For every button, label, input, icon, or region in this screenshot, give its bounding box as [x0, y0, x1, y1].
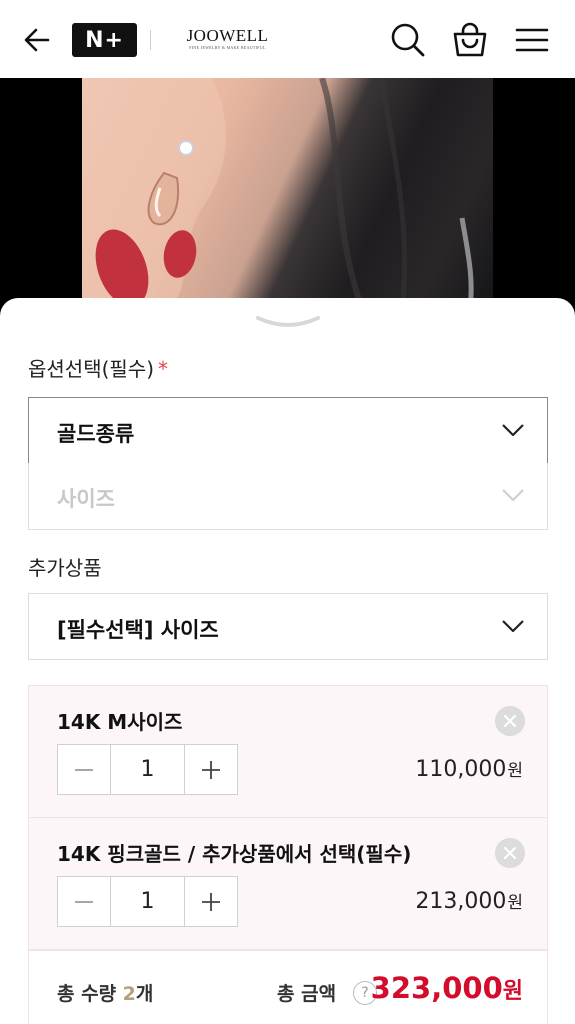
quantity-stepper: 1: [57, 876, 238, 927]
total-amount-value: 323,000: [370, 971, 503, 1005]
remove-item-icon[interactable]: [495, 706, 525, 736]
total-quantity-value: 2: [122, 983, 136, 1005]
app-header: N+ JOOWELL FINE JEWELRY & MAKE BEAUTIFUL: [0, 0, 575, 78]
currency-label: 원: [507, 761, 523, 781]
total-quantity-prefix: 총 수량: [57, 983, 123, 1005]
quantity-stepper: 1: [57, 744, 238, 795]
option-sheet: 옵션선택(필수) * 골드종류 사이즈 추가상품 [필수선택] 사이즈 14K M…: [0, 298, 575, 1024]
product-photo[interactable]: [82, 78, 493, 308]
earring-photo-illustration: [82, 78, 474, 308]
shopping-bag-icon[interactable]: [450, 20, 490, 60]
total-currency: 원: [502, 979, 523, 1004]
total-amount: 323,000원: [371, 971, 523, 1005]
size-select-label: 사이즈: [57, 487, 115, 511]
back-arrow-icon[interactable]: [20, 22, 56, 58]
item-price: 213,000원: [415, 888, 523, 914]
decrease-button[interactable]: [58, 877, 110, 926]
search-icon[interactable]: [388, 20, 428, 60]
plus-icon: [202, 892, 220, 911]
order-summary: 총 수량 2개 총 금액 ? 323,000원: [28, 950, 548, 1024]
addon-section-label: 추가상품: [28, 556, 102, 580]
currency-label: 원: [507, 893, 523, 913]
option-section-label: 옵션선택(필수) *: [28, 353, 168, 382]
total-quantity: 총 수량 2개: [57, 979, 153, 1006]
header-divider: [150, 30, 151, 50]
nplus-badge[interactable]: N+: [72, 23, 137, 57]
brand-name: JOOWELL: [186, 26, 269, 45]
selected-item: 14K 핑크골드 / 추가상품에서 선택(필수) 1 213,000원: [28, 817, 548, 950]
remove-item-icon[interactable]: [495, 838, 525, 868]
brand-tagline: FINE JEWELRY & MAKE BEAUTIFUL: [189, 45, 266, 50]
total-quantity-suffix: 개: [135, 983, 154, 1005]
brand-logo[interactable]: JOOWELL FINE JEWELRY & MAKE BEAUTIFUL: [170, 27, 285, 51]
quantity-input[interactable]: 1: [110, 877, 185, 926]
option-label-text: 옵션선택(필수): [28, 357, 155, 381]
minus-icon: [75, 768, 93, 771]
selected-item: 14K M사이즈 1 110,000원: [28, 685, 548, 818]
quantity-input[interactable]: 1: [110, 745, 185, 794]
item-price: 110,000원: [415, 756, 523, 782]
minus-icon: [75, 900, 93, 903]
product-image-area: [0, 78, 575, 308]
increase-button[interactable]: [185, 745, 237, 794]
size-select[interactable]: 사이즈: [28, 463, 548, 530]
menu-icon[interactable]: [512, 20, 552, 60]
chevron-down-icon: [502, 489, 524, 502]
item-name: 14K 핑크골드 / 추가상품에서 선택(필수): [57, 842, 412, 866]
increase-button[interactable]: [185, 877, 237, 926]
gold-type-select[interactable]: 골드종류: [28, 397, 548, 464]
addon-size-select-label: [필수선택] 사이즈: [57, 618, 219, 642]
addon-size-select[interactable]: [필수선택] 사이즈: [28, 593, 548, 660]
chevron-down-icon: [502, 620, 524, 633]
gold-type-select-label: 골드종류: [57, 422, 135, 446]
total-amount-label: 총 금액: [277, 983, 337, 1005]
decrease-button[interactable]: [58, 745, 110, 794]
plus-icon: [202, 760, 220, 779]
chevron-down-icon: [502, 424, 524, 437]
item-name: 14K M사이즈: [57, 710, 183, 734]
item-price-value: 110,000: [415, 757, 507, 782]
required-mark: *: [158, 357, 169, 381]
sheet-collapse-handle[interactable]: [256, 314, 320, 332]
item-price-value: 213,000: [415, 889, 507, 914]
